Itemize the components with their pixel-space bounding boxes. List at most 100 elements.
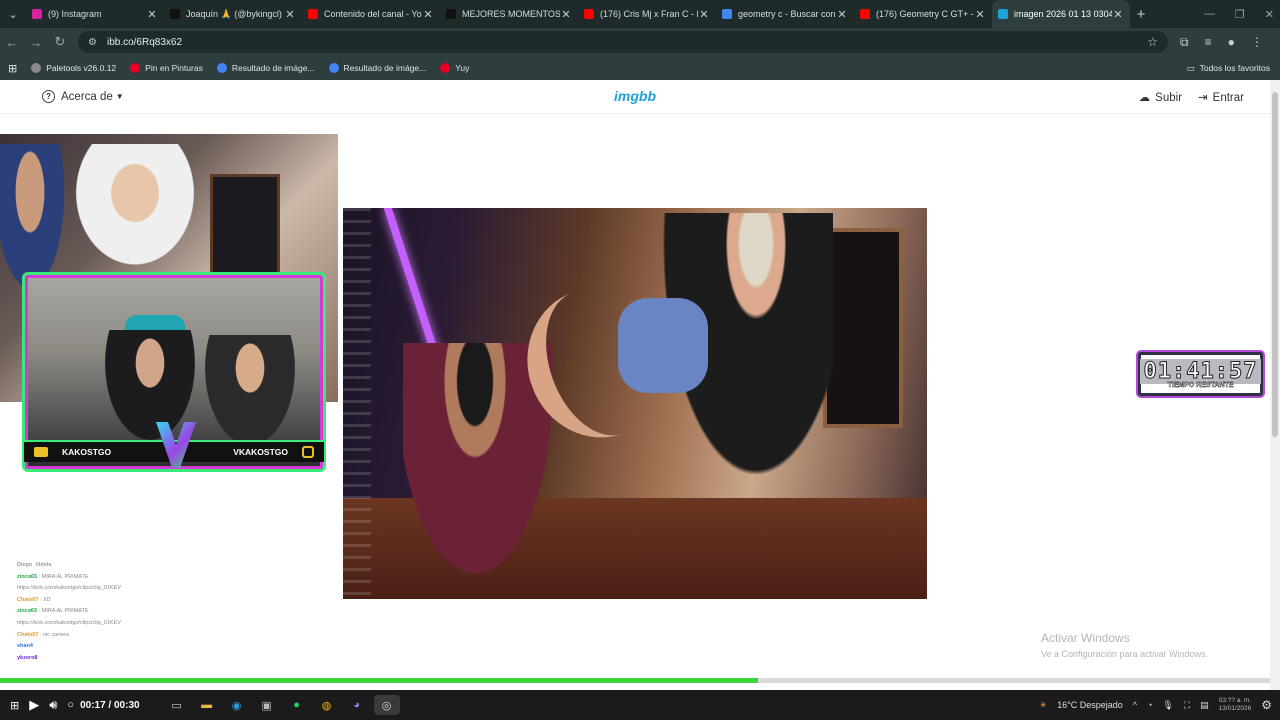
browser-tab[interactable]: Contenido del canal - You ✕: [302, 0, 440, 28]
browser-tab[interactable]: (176) Cris Mj x Fran C - El ✕: [578, 0, 716, 28]
spotify-icon[interactable]: ●: [284, 695, 310, 715]
tab-close-icon[interactable]: ✕: [974, 8, 986, 21]
new-tab-button[interactable]: +: [1130, 6, 1152, 23]
about-menu[interactable]: ? Acerca de ▼: [42, 90, 124, 103]
browser-toolbar: ← → ↻ ⚙ ibb.co/6Rq83x62 ☆ ⧉ ≡ ● ⋮: [0, 28, 1280, 56]
tab-close-icon[interactable]: ✕: [1112, 8, 1124, 21]
mic-icon[interactable]: 🎙︎: [1162, 700, 1173, 711]
clock[interactable]: 03:?? a. m. 13/01/2026: [1219, 697, 1252, 713]
bookmark-item[interactable]: Paletools v26.0.12: [31, 63, 116, 73]
browser-tab[interactable]: (9) Instagram ✕: [26, 0, 164, 28]
cloud-upload-icon: ☁: [1138, 92, 1151, 104]
upload-button[interactable]: ☁ Subir: [1139, 90, 1182, 104]
tab-favicon-icon: [584, 9, 594, 19]
bookmark-item[interactable]: Yuy: [440, 63, 469, 73]
extensions-icon[interactable]: ⧉: [1180, 35, 1189, 50]
bookmark-item[interactable]: Resultado de imáge...: [328, 63, 426, 73]
store-icon[interactable]: ▣: [254, 695, 280, 715]
windows-start-icon[interactable]: ⊞: [10, 699, 19, 712]
minimize-icon[interactable]: —: [1204, 8, 1215, 20]
main-uploaded-image[interactable]: [343, 208, 927, 599]
tab-favicon-icon: [998, 9, 1008, 19]
tab-search-icon[interactable]: ⌄: [0, 0, 26, 28]
bookmark-item[interactable]: Resultado de imáge...: [216, 63, 315, 73]
browser-tab[interactable]: imagen 2026 01 13 0304 ✕: [992, 0, 1130, 28]
tab-title: Joaquín 🙏 (@bykingcl) |: [186, 8, 284, 19]
social-right-handle: VKAKOSTGO: [233, 447, 288, 457]
reload-icon[interactable]: ↻: [48, 34, 72, 50]
page-scrollbar[interactable]: [1270, 80, 1280, 690]
tab-favicon-icon: [860, 9, 870, 19]
tab-title: imagen 2026 01 13 0304: [1014, 9, 1112, 19]
chat-text: https://kick.com/kakostgo/clips/clip_01K…: [17, 619, 121, 626]
social-left-handle: KAKOSTGO: [62, 447, 112, 457]
edge-icon[interactable]: ◉: [224, 695, 250, 715]
all-bookmarks-button[interactable]: ▭ Todos los favoritos: [1187, 56, 1270, 80]
volume-icon[interactable]: 🔊︎: [49, 697, 57, 713]
help-icon: ?: [42, 90, 55, 103]
tab-close-icon[interactable]: ✕: [284, 8, 296, 21]
profile-avatar-icon[interactable]: ●: [1228, 35, 1235, 50]
tab-favicon-icon: [722, 9, 732, 19]
tab-close-icon[interactable]: ✕: [560, 8, 572, 21]
maximize-icon[interactable]: ❐: [1235, 8, 1245, 21]
login-button[interactable]: ⇥ Entrar: [1198, 90, 1244, 104]
file-explorer-icon[interactable]: ▬: [194, 695, 220, 715]
obs-icon[interactable]: ◎: [373, 695, 400, 715]
all-bookmarks-label: Todos los favoritos: [1199, 63, 1270, 73]
forward-icon[interactable]: →: [24, 35, 48, 50]
browser-tab[interactable]: Joaquín 🙏 (@bykingcl) | ✕: [164, 0, 302, 28]
play-icon[interactable]: ▶: [29, 697, 39, 713]
media-icon[interactable]: ≡: [1205, 35, 1212, 50]
url-text: ibb.co/6Rq83x62: [106, 36, 183, 48]
tab-title: (176) Geometry C GT+ - F: [876, 9, 974, 19]
address-bar[interactable]: ⚙ ibb.co/6Rq83x62 ☆: [78, 31, 1168, 53]
task-view-icon[interactable]: ▭: [164, 695, 190, 715]
settings-gear-icon[interactable]: ⚙: [1261, 698, 1272, 712]
tab-favicon-icon: [32, 9, 42, 19]
chrome-icon[interactable]: ◍: [314, 695, 340, 715]
browser-tab[interactable]: MEJORES MOMENTOS DE✕: [440, 0, 578, 28]
menu-icon[interactable]: ⋮: [1251, 35, 1263, 50]
apps-grid-icon[interactable]: ⊞: [8, 62, 17, 75]
tab-title: Contenido del canal - You: [324, 9, 422, 19]
site-info-icon[interactable]: ⚙: [88, 37, 97, 48]
window-controls: — ❐ ✕: [1204, 0, 1274, 28]
tray-chevron-icon[interactable]: ^: [1133, 700, 1137, 710]
bookmark-favicon-icon: [440, 63, 451, 73]
tab-title: (176) Cris Mj x Fran C - El: [600, 9, 698, 19]
chat-text: MIRA AL PRIMATE: [41, 608, 89, 615]
tab-favicon-icon: [446, 9, 456, 19]
fullscreen-icon[interactable]: ⛶: [1184, 700, 1190, 711]
back-icon[interactable]: ←: [0, 35, 24, 50]
tab-close-icon[interactable]: ✕: [836, 8, 848, 21]
streamer-1: [105, 330, 195, 440]
search-icon[interactable]: ○: [67, 699, 74, 711]
bookmark-item[interactable]: Pin en Pinturas: [130, 63, 203, 73]
scrollbar-thumb[interactable]: [1272, 92, 1278, 437]
video-progress-bar[interactable]: [0, 678, 1270, 683]
browser-tab[interactable]: geometry c - Buscar con ✕: [716, 0, 854, 28]
bookmark-label: Yuy: [455, 63, 470, 73]
tab-close-icon[interactable]: ✕: [698, 8, 710, 21]
captions-icon[interactable]: ▤: [1200, 700, 1209, 711]
discord-icon[interactable]: ◕: [344, 695, 370, 715]
imgbb-header: ? Acerca de ▼ imgbb ☁ Subir ⇥ Entrar: [0, 80, 1270, 114]
bookmark-star-icon[interactable]: ☆: [1147, 35, 1158, 49]
bookmarks-bar: ⊞ Paletools v26.0.12 Pin en Pinturas Resul…: [0, 56, 1280, 80]
timer-label: TIEMPO RESTANTE: [1167, 382, 1234, 389]
chat-username: shan4: [17, 643, 33, 650]
browser-tab[interactable]: (176) Geometry C GT+ - F ✕: [854, 0, 992, 28]
network-icon[interactable]: ◔: [1147, 700, 1152, 710]
timer-value: 01:41:57: [1139, 359, 1262, 385]
tab-title: (9) Instagram: [48, 9, 102, 19]
tab-close-icon[interactable]: ✕: [146, 8, 158, 21]
login-label: Entrar: [1212, 92, 1244, 104]
weather-text[interactable]: 16°C Despejado: [1057, 700, 1123, 710]
sign-in-icon: ⇥: [1198, 92, 1208, 104]
close-window-icon[interactable]: ✕: [1265, 8, 1274, 21]
about-label: Acerca de: [61, 90, 113, 103]
chat-message: https://kick.com/kakostgo/clips/clip_01K…: [17, 583, 257, 595]
imgbb-logo[interactable]: imgbb: [614, 88, 656, 104]
tab-close-icon[interactable]: ✕: [422, 8, 434, 21]
